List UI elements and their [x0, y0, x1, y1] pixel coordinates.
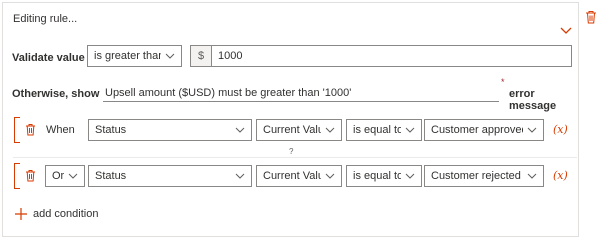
error-message-input[interactable]: Upsell amount ($USD) must be greater tha…	[103, 84, 499, 102]
target-value: Customer rejected	[431, 170, 521, 182]
field-value: Status	[95, 170, 127, 182]
add-condition-label: add condition	[33, 208, 99, 220]
chevron-down-icon[interactable]	[560, 27, 572, 35]
rule-editor-panel: Editing rule... Validate value is greate…	[2, 2, 579, 237]
source-dropdown[interactable]: Current Value	[256, 165, 342, 187]
rule-title: Editing rule...	[13, 13, 78, 25]
field-dropdown[interactable]: Status	[88, 119, 252, 141]
field-dropdown[interactable]: Status	[88, 165, 252, 187]
source-value: Current Value	[263, 124, 321, 136]
help-hint: ?	[289, 147, 294, 156]
comparator-dropdown[interactable]: is equal to	[346, 165, 422, 187]
target-dropdown[interactable]: Customer approved	[424, 119, 544, 141]
currency-prefix: $	[190, 45, 212, 67]
joiner-value: Or	[52, 170, 64, 182]
delete-rule-icon[interactable]	[585, 10, 597, 24]
chevron-down-icon	[325, 173, 335, 179]
comparator-dropdown[interactable]: is equal to	[346, 119, 422, 141]
condition-joiner: When	[46, 124, 75, 136]
otherwise-label: Otherwise, show	[12, 88, 100, 100]
target-dropdown[interactable]: Customer rejected	[424, 165, 544, 187]
chevron-down-icon	[68, 173, 78, 179]
required-mark: *	[501, 77, 505, 87]
operator-value: is greater than	[94, 50, 161, 62]
chevron-down-icon	[405, 127, 415, 133]
comparator-value: is equal to	[353, 170, 401, 182]
chevron-down-icon	[235, 173, 245, 179]
chevron-down-icon	[235, 127, 245, 133]
plus-icon	[15, 208, 27, 220]
add-condition-button[interactable]: add condition	[15, 208, 98, 220]
condition-divider	[13, 157, 577, 158]
value-text: 1000	[218, 50, 243, 62]
trash-icon[interactable]	[25, 169, 36, 182]
trash-icon[interactable]	[25, 123, 36, 136]
formula-icon[interactable]: (x)	[553, 123, 568, 136]
validate-value-label: Validate value	[12, 52, 85, 64]
condition-bracket	[14, 163, 20, 189]
condition-bracket	[14, 117, 20, 143]
field-value: Status	[95, 124, 127, 136]
chevron-down-icon	[405, 173, 415, 179]
source-value: Current Value	[263, 170, 321, 182]
formula-icon[interactable]: (x)	[553, 169, 568, 182]
joiner-dropdown[interactable]: Or	[45, 165, 85, 187]
source-dropdown[interactable]: Current Value	[256, 119, 342, 141]
operator-dropdown[interactable]: is greater than	[87, 45, 182, 67]
chevron-down-icon	[527, 173, 537, 179]
value-input[interactable]: 1000	[211, 45, 572, 67]
target-value: Customer approved	[431, 124, 523, 136]
error-message-text: Upsell amount ($USD) must be greater tha…	[105, 86, 352, 99]
chevron-down-icon	[527, 127, 537, 133]
comparator-value: is equal to	[353, 124, 401, 136]
chevron-down-icon	[325, 127, 335, 133]
chevron-down-icon	[165, 53, 175, 59]
error-message-label: error message	[509, 88, 557, 112]
